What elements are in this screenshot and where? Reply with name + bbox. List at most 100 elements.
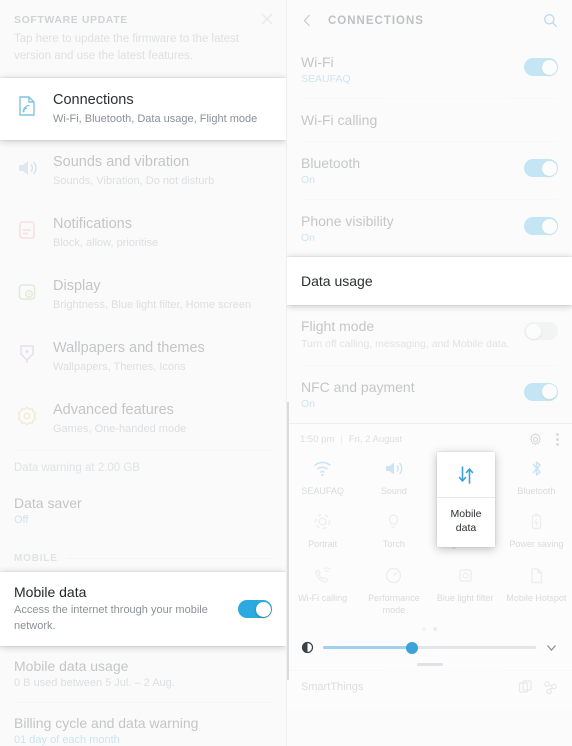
- bluetooth-toggle[interactable]: [524, 159, 558, 177]
- brightness-slider-row: [287, 633, 572, 658]
- data-warning-note: Data warning at 2.00 GB: [14, 462, 140, 475]
- advanced-features-icon: [14, 403, 40, 429]
- settings-item-wallpapers[interactable]: Wallpapers and themes Wallpapers, Themes…: [0, 326, 286, 388]
- search-icon[interactable]: [543, 13, 558, 28]
- settings-item-sounds[interactable]: Sounds and vibration Sounds, Vibration, …: [0, 140, 286, 202]
- billing-cycle-row[interactable]: Billing cycle and data warning 01 day of…: [0, 703, 286, 746]
- battery-icon: [526, 511, 547, 532]
- chevron-left-icon[interactable]: [301, 14, 314, 27]
- bluetooth-icon: [526, 458, 547, 479]
- panel-grabber[interactable]: [416, 663, 443, 666]
- rotate-icon: [312, 511, 333, 532]
- wifi-call-icon: [312, 565, 333, 586]
- row-wifi-calling[interactable]: Wi-Fi calling: [287, 99, 572, 141]
- quick-tile-label: Torch: [382, 539, 405, 550]
- hotspot-icon: [526, 565, 547, 586]
- quick-tile-label: Sound: [380, 485, 407, 496]
- sound-icon: [14, 155, 40, 181]
- phone-visibility-toggle[interactable]: [524, 217, 558, 235]
- quick-tile-wifi[interactable]: SEAUFAQ: [287, 450, 358, 504]
- settings-item-title: Notifications: [53, 216, 132, 233]
- row-flight-mode[interactable]: Flight mode Turn off calling, messaging,…: [287, 305, 572, 365]
- scrollbar[interactable]: [287, 402, 289, 680]
- kebab-menu-icon[interactable]: [556, 432, 559, 446]
- software-update-title: SOFTWARE UPDATE: [14, 14, 128, 26]
- row-wifi[interactable]: Wi-Fi SEAUFAQ: [287, 41, 572, 98]
- quick-tile-bluetooth[interactable]: Bluetooth: [501, 450, 572, 504]
- settings-item-subtitle: Sounds, Vibration, Do not disturb: [53, 175, 215, 188]
- chevron-down-icon[interactable]: [545, 641, 558, 654]
- software-update-banner[interactable]: SOFTWARE UPDATE Tap here to update the f…: [0, 0, 286, 78]
- nfc-toggle[interactable]: [524, 382, 558, 401]
- quick-tile-label: Mobile data: [450, 507, 482, 534]
- brightness-slider[interactable]: [323, 641, 536, 654]
- speedometer-icon: [383, 565, 404, 586]
- settings-item-advanced[interactable]: Advanced features Games, One-handed mode: [0, 388, 286, 450]
- data-transfer-icon: [455, 452, 477, 497]
- data-usage-highlighted-card[interactable]: Data usage: [287, 257, 572, 305]
- quick-tiles-row-3: Wi-Fi calling Performance mode Blue ligh…: [287, 557, 572, 622]
- quick-tile-label: Power saving: [509, 539, 564, 550]
- mobile-section-label: MOBILE: [14, 553, 58, 565]
- row-bluetooth[interactable]: Bluetooth On: [287, 142, 572, 199]
- quick-tile-blue-light-filter[interactable]: Blue light filter: [430, 557, 501, 622]
- billing-cycle-title: Billing cycle and data warning: [14, 714, 199, 731]
- quick-tile-sound[interactable]: Sound: [358, 450, 429, 504]
- mobile-data-highlighted-card[interactable]: Mobile data Access the internet through …: [0, 572, 286, 646]
- connections-header: CONNECTIONS: [287, 0, 572, 41]
- blue-light-icon: [455, 565, 476, 586]
- quick-tile-portrait[interactable]: Portrait: [287, 503, 358, 557]
- row-nfc-payment[interactable]: NFC and payment On: [287, 366, 572, 423]
- settings-item-subtitle: Games, One-handed mode: [53, 423, 187, 436]
- data-usage-title: Data usage: [301, 273, 373, 289]
- close-icon[interactable]: [260, 12, 274, 26]
- quick-tile-mobile-hotspot[interactable]: Mobile Hotspot: [501, 557, 572, 622]
- page-dot[interactable]: [422, 627, 426, 632]
- settings-item-display[interactable]: Display Brightness, Blue light filter, H…: [0, 264, 286, 326]
- page-dot[interactable]: [433, 627, 437, 632]
- mobile-data-usage-title: Mobile data usage: [14, 657, 129, 674]
- smartthings-bar[interactable]: SmartThings: [287, 669, 572, 705]
- row-title: Bluetooth: [301, 155, 361, 171]
- quick-tile-torch[interactable]: Torch: [358, 503, 429, 557]
- devices-icon[interactable]: [518, 680, 533, 695]
- row-subtitle: SEAUFAQ: [301, 73, 351, 85]
- smartthings-label: SmartThings: [301, 681, 364, 694]
- flight-mode-toggle[interactable]: [524, 322, 558, 340]
- row-subtitle: On: [301, 232, 316, 244]
- row-phone-visibility[interactable]: Phone visibility On: [287, 200, 572, 257]
- right-connections-panel: CONNECTIONS Wi-Fi SEAUFAQ Wi-Fi calling: [286, 0, 572, 746]
- torch-icon: [383, 511, 404, 532]
- data-saver-title: Data saver: [14, 495, 82, 512]
- mobile-section-header: MOBILE: [0, 539, 286, 572]
- software-update-description: Tap here to update the firmware to the l…: [14, 33, 240, 62]
- quick-settings-statusbar: 1:50 pm | Fri, 2 August: [287, 424, 572, 450]
- brightness-icon: [301, 641, 314, 654]
- quick-tile-label: Mobile Hotspot: [506, 593, 567, 604]
- mobile-data-usage-subtitle: 0 B used between 5 Jul. – 2 Aug.: [14, 676, 175, 689]
- row-title: Wi-Fi: [301, 54, 334, 70]
- quick-tile-label: Portrait: [308, 539, 338, 550]
- quick-tile-mobile-data-highlighted[interactable]: Mobile data: [437, 451, 495, 548]
- connections-rows-bottom: Flight mode Turn off calling, messaging,…: [287, 305, 572, 423]
- billing-cycle-subtitle: 01 day of each month: [14, 733, 120, 746]
- mobile-data-usage-row[interactable]: Mobile data usage 0 B used between 5 Jul…: [0, 646, 286, 702]
- mobile-data-toggle[interactable]: [238, 600, 272, 619]
- quick-tiles-row-2: Portrait Torch Power saving: [287, 503, 572, 557]
- quick-settings-panel: 1:50 pm | Fri, 2 August SEAUFAQ Sound Bl…: [287, 422, 572, 709]
- quick-tile-power-saving[interactable]: Power saving: [501, 503, 572, 557]
- mobile-data-subtitle: Access the internet through your mobile …: [14, 604, 208, 632]
- quick-tile-wifi-calling[interactable]: Wi-Fi calling: [287, 557, 358, 622]
- settings-item-notifications[interactable]: Notifications Block, allow, prioritise: [0, 202, 286, 264]
- data-saver-value: Off: [14, 514, 29, 527]
- quick-tile-performance-mode[interactable]: Performance mode: [358, 557, 429, 622]
- data-saver-row[interactable]: Data saver Off: [0, 483, 286, 539]
- scenes-icon[interactable]: [543, 680, 558, 695]
- connections-highlighted-card[interactable]: Connections Wi-Fi, Bluetooth, Data usage…: [0, 78, 286, 141]
- status-separator: |: [340, 433, 343, 445]
- row-subtitle: On: [301, 174, 316, 186]
- quick-tile-label: Wi-Fi calling: [298, 593, 348, 604]
- section-rule: [65, 558, 272, 560]
- wifi-toggle[interactable]: [524, 58, 558, 76]
- gear-icon[interactable]: [529, 432, 542, 446]
